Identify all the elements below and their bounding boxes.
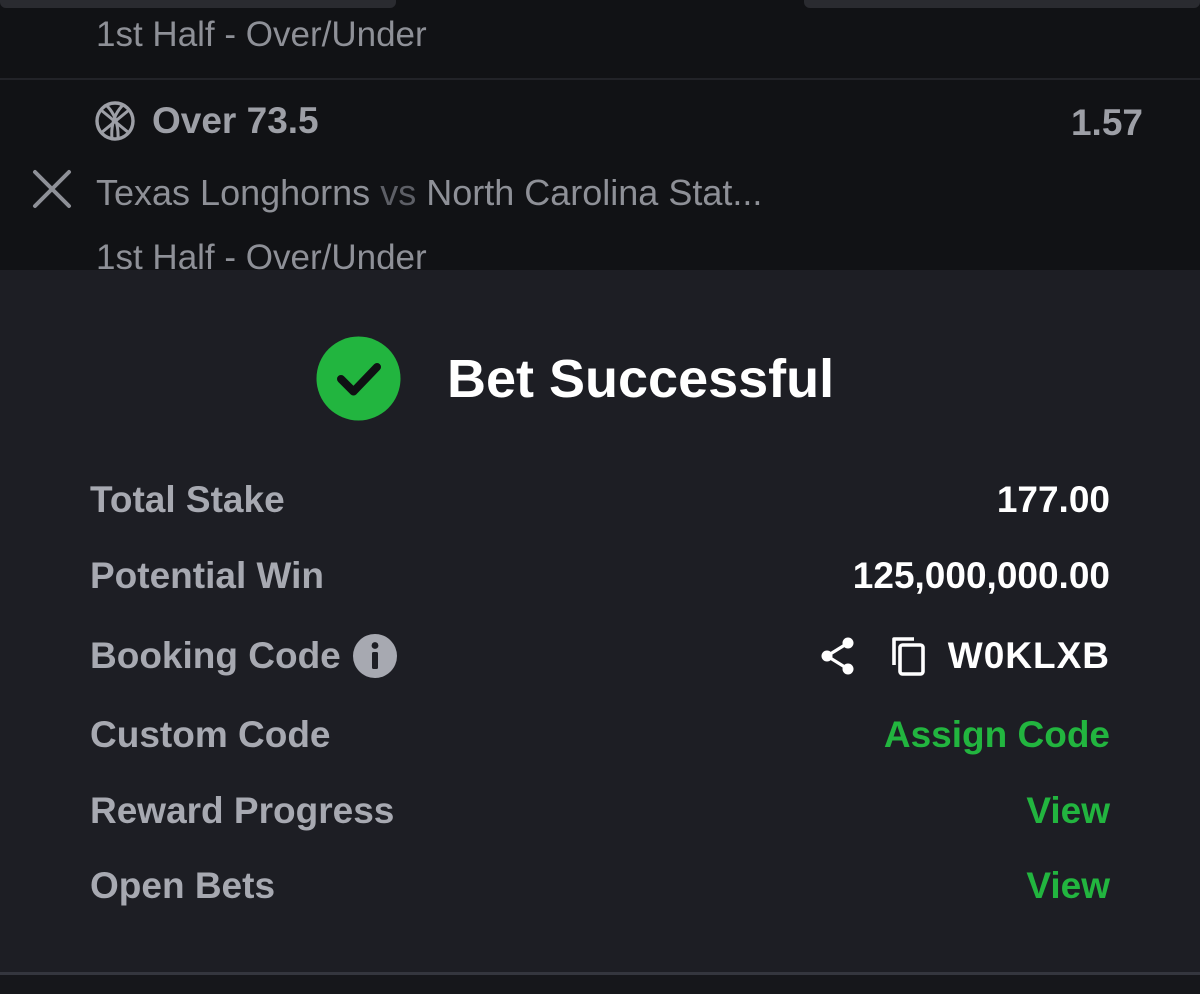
top-tab-left[interactable]: [0, 0, 396, 8]
total-stake-value: 177.00: [996, 479, 1110, 520]
share-icon[interactable]: [816, 634, 860, 678]
open-bets-label: Open Bets: [90, 865, 276, 906]
custom-code-label: Custom Code: [90, 714, 331, 755]
selection-divider: [0, 78, 1200, 80]
open-bets-row: Open Bets View: [90, 856, 1110, 916]
assign-code-link[interactable]: Assign Code: [884, 714, 1110, 756]
selection-pick: Over 73.5: [152, 100, 319, 141]
reward-progress-label: Reward Progress: [90, 790, 395, 831]
selection-odds: 1.57: [1070, 102, 1143, 143]
match-teams: Texas Longhorns vs North Carolina Stat..…: [96, 172, 762, 214]
info-icon[interactable]: [352, 634, 397, 678]
copy-icon[interactable]: [888, 635, 930, 677]
potential-win-label: Potential Win: [90, 555, 324, 596]
booking-code-label: Booking Code: [90, 635, 341, 676]
booking-code-label-group: Booking Code: [90, 634, 397, 678]
remove-selection-button[interactable]: [28, 165, 76, 213]
total-stake-label: Total Stake: [90, 479, 285, 520]
total-stake-row: Total Stake 177.00: [90, 470, 1110, 530]
reward-progress-row: Reward Progress View: [90, 781, 1110, 841]
basketball-icon: [95, 101, 135, 141]
potential-win-row: Potential Win 125,000,000.00: [90, 546, 1110, 606]
success-header: Bet Successful: [316, 336, 834, 421]
close-icon: [33, 170, 71, 208]
previous-market-label: 1st Half - Over/Under: [96, 15, 427, 54]
selection-header: Over 73.5: [94, 100, 319, 142]
potential-win-value: 125,000,000.00: [852, 555, 1110, 596]
top-tab-right[interactable]: [804, 0, 1200, 8]
booking-code-value-group: W0KLXB: [816, 634, 1110, 678]
custom-code-row: Custom Code Assign Code: [90, 705, 1110, 765]
booking-code-row: Booking Code W0KLXB: [90, 626, 1110, 686]
success-title: Bet Successful: [447, 348, 835, 409]
checkmark-circle-icon: [316, 336, 401, 421]
away-team: North Carolina Stat...: [426, 172, 763, 213]
home-team: Texas Longhorns: [96, 172, 371, 213]
versus-label: vs: [380, 172, 417, 213]
panel-footer-strip: [0, 975, 1200, 994]
reward-progress-view-link[interactable]: View: [1026, 790, 1110, 832]
booking-code-value[interactable]: W0KLXB: [948, 635, 1110, 677]
open-bets-view-link[interactable]: View: [1026, 865, 1110, 907]
